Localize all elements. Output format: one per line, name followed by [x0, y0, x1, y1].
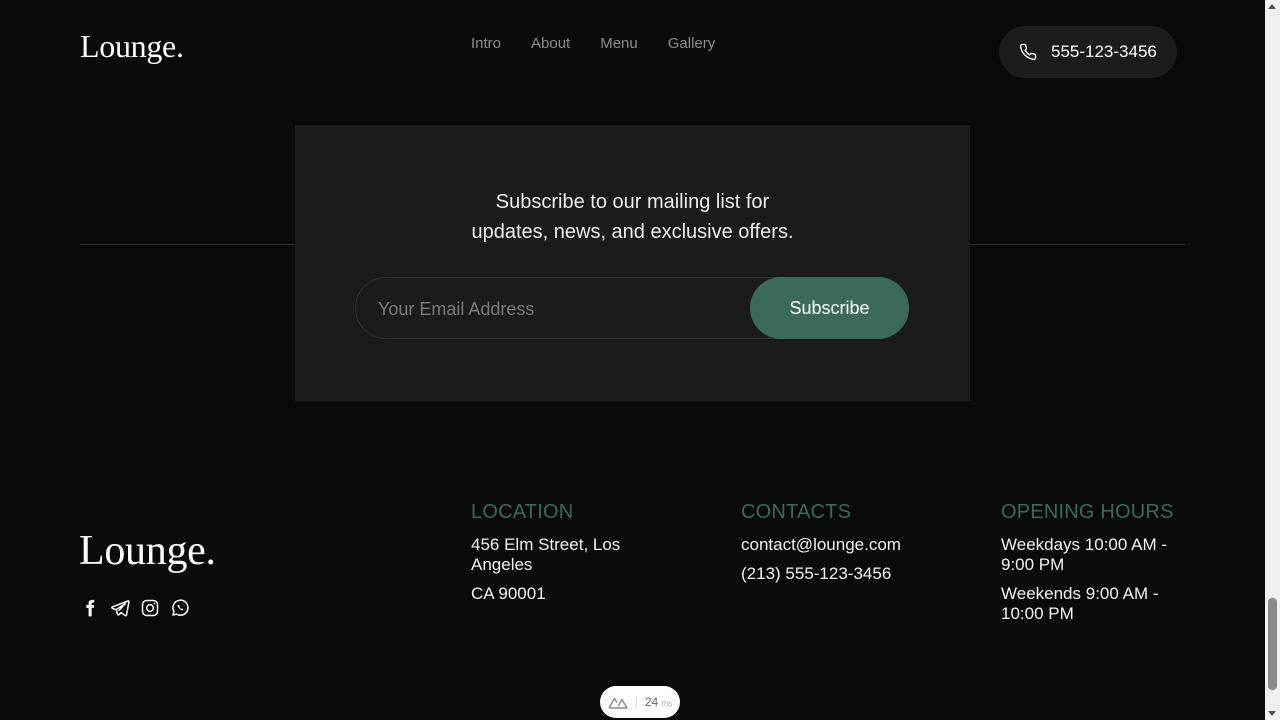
location-zip: CA 90001: [471, 584, 546, 603]
footer-logo[interactable]: Lounge.: [79, 526, 216, 576]
footer-contacts: CONTACTS contact@lounge.com (213) 555-12…: [741, 500, 941, 593]
nav-link-menu[interactable]: Menu: [600, 34, 638, 54]
hours-heading: OPENING HOURS: [1001, 501, 1174, 523]
location-heading: LOCATION: [471, 501, 574, 523]
footer-location: LOCATION 456 Elm Street, Los Angeles CA …: [471, 500, 661, 613]
telegram-icon[interactable]: [110, 598, 130, 618]
nav-link-gallery[interactable]: Gallery: [668, 34, 716, 54]
contact-phone[interactable]: (213) 555-123-3456: [741, 564, 941, 584]
whatsapp-icon[interactable]: [170, 598, 190, 618]
nuxt-icon: [608, 697, 628, 709]
subscribe-text: Subscribe to our mailing list for update…: [295, 187, 970, 247]
render-time: 24 ms: [644, 695, 673, 709]
location-address: 456 Elm Street, Los Angeles: [471, 535, 621, 574]
subscribe-card: Subscribe to our mailing list for update…: [295, 125, 970, 401]
scroll-up-arrow[interactable]: [1268, 4, 1276, 9]
subscribe-form: Subscribe: [355, 277, 909, 340]
subscribe-text-line-2: updates, news, and exclusive offers.: [471, 221, 794, 243]
instagram-icon[interactable]: [140, 598, 160, 618]
main-nav: Intro About Menu Gallery: [471, 34, 715, 54]
scroll-down-arrow[interactable]: [1268, 711, 1276, 716]
header-logo[interactable]: Lounge.: [80, 26, 184, 66]
social-links: [80, 598, 190, 618]
nav-link-intro[interactable]: Intro: [471, 34, 501, 54]
hours-weekends: Weekends 9:00 AM - 10:00 PM: [1001, 584, 1159, 623]
page-scrollbar[interactable]: [1265, 0, 1280, 720]
phone-button[interactable]: 555-123-3456: [999, 26, 1177, 78]
dev-tools-badge[interactable]: 24 ms: [600, 686, 680, 718]
facebook-icon[interactable]: [80, 598, 100, 618]
hours-weekdays: Weekdays 10:00 AM - 9:00 PM: [1001, 535, 1167, 574]
subscribe-button[interactable]: Subscribe: [750, 277, 909, 339]
contacts-heading: CONTACTS: [741, 501, 852, 523]
phone-number: 555-123-3456: [1051, 42, 1157, 61]
nav-link-about[interactable]: About: [531, 34, 570, 54]
phone-icon: [1019, 43, 1037, 61]
scroll-thumb[interactable]: [1268, 598, 1277, 690]
footer-hours: OPENING HOURS Weekdays 10:00 AM - 9:00 P…: [1001, 500, 1186, 633]
subscribe-text-line-1: Subscribe to our mailing list for: [495, 191, 770, 213]
badge-separator: [635, 696, 637, 708]
email-input[interactable]: [376, 278, 740, 340]
contact-email[interactable]: contact@lounge.com: [741, 535, 941, 555]
